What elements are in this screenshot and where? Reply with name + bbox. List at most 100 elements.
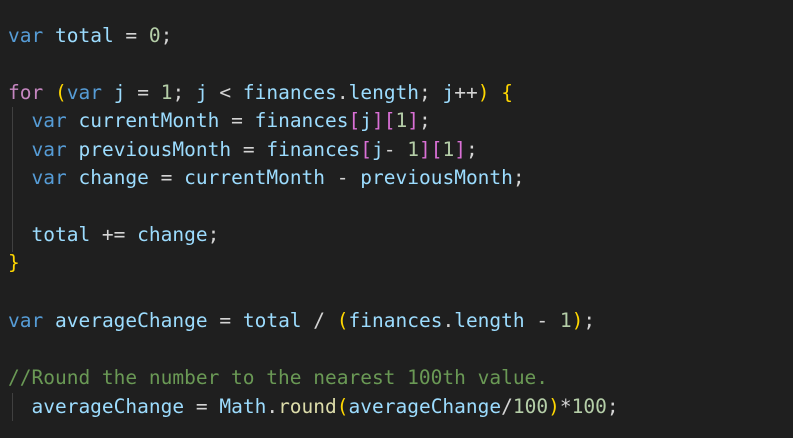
code-token: - [524, 309, 560, 332]
code-token: { [501, 81, 514, 104]
code-line: var total = 0; [8, 22, 172, 50]
code-token: finances [266, 138, 361, 161]
code-token: = [125, 81, 161, 104]
code-token: * [559, 395, 572, 418]
code-token: total [242, 309, 302, 332]
code-token: round [278, 395, 337, 418]
code-token: ( [54, 81, 67, 104]
code-line: total += change; [8, 221, 219, 249]
code-token: //Round the number to the nearest 100th … [8, 366, 549, 389]
code-token: finances [348, 309, 443, 332]
code-line: var averageChange = total / (finances.le… [8, 307, 595, 335]
code-token: 1 [407, 138, 419, 161]
code-token: / [501, 395, 513, 418]
code-token: var [8, 309, 44, 332]
code-token: Math [219, 395, 267, 418]
code-token: ] [454, 138, 466, 161]
code-token: ; [465, 138, 478, 161]
code-line: //Round the number to the nearest 100th … [8, 364, 548, 392]
code-token: j [442, 81, 455, 104]
code-token: / [301, 309, 337, 332]
code-token: j [195, 81, 208, 104]
code-token: . [442, 309, 455, 332]
code-token: ; [512, 166, 525, 189]
code-token: ] [372, 109, 384, 132]
code-line: for (var j = 1; j < finances.length; j++… [8, 79, 513, 107]
code-token: change [137, 223, 208, 246]
code-token: ++ [454, 81, 478, 104]
code-token: = [184, 395, 220, 418]
code-token: finances [242, 81, 337, 104]
code-token: var [31, 138, 67, 161]
code-token: - [325, 166, 361, 189]
code-token: averageChange [31, 395, 185, 418]
code-line: } [8, 249, 20, 277]
code-token: ] [407, 109, 420, 132]
code-token: 1 [442, 138, 455, 161]
code-token: j [372, 138, 384, 161]
code-token: 1 [160, 81, 173, 104]
code-editor[interactable]: var total = 0; for (var j = 1; j < financ… [0, 0, 793, 438]
code-token: 0 [148, 24, 161, 47]
code-token: ; [172, 81, 196, 104]
code-token: j [113, 81, 126, 104]
code-token: finances [254, 109, 349, 132]
code-token: } [8, 251, 20, 274]
code-token: = [148, 166, 185, 189]
code-token: 100 [512, 395, 549, 418]
code-token: total [54, 24, 114, 47]
code-token: - [383, 138, 408, 161]
code-token: ; [419, 109, 431, 132]
code-token: ( [336, 395, 349, 418]
code-token: currentMonth [184, 166, 326, 189]
code-token: = [231, 138, 267, 161]
code-token: . [336, 81, 349, 104]
code-token: [ [430, 138, 443, 161]
code-token: [ [360, 138, 372, 161]
code-token: [ [383, 109, 396, 132]
code-token: averageChange [54, 309, 208, 332]
code-token: ; [207, 223, 220, 246]
code-token: < [207, 81, 243, 104]
code-token: for [8, 81, 44, 104]
code-token: . [266, 395, 279, 418]
code-line: averageChange = Math.round(averageChange… [8, 393, 619, 421]
code-token: = [207, 309, 243, 332]
code-token: = [219, 109, 255, 132]
code-token: var [66, 81, 102, 104]
code-token: averageChange [348, 395, 502, 418]
code-token: ( [336, 309, 349, 332]
code-token: var [31, 109, 67, 132]
code-token: += [90, 223, 138, 246]
code-token: total [31, 223, 91, 246]
code-token: = [113, 24, 149, 47]
code-token: var [8, 24, 44, 47]
code-token: j [360, 109, 373, 132]
code-token: ) [571, 309, 584, 332]
code-token: previousMonth [360, 166, 513, 189]
code-token: 1 [559, 309, 572, 332]
code-token: ] [418, 138, 431, 161]
code-token: ; [606, 395, 619, 418]
code-token: [ [348, 109, 361, 132]
code-token: length [348, 81, 420, 104]
code-token: previousMonth [78, 138, 232, 161]
code-token: ; [160, 24, 173, 47]
code-token: ) [477, 81, 490, 104]
code-token: change [78, 166, 149, 189]
code-token: ; [583, 309, 596, 332]
code-line: var change = currentMonth - previousMont… [8, 164, 525, 192]
code-token: ) [548, 395, 560, 418]
